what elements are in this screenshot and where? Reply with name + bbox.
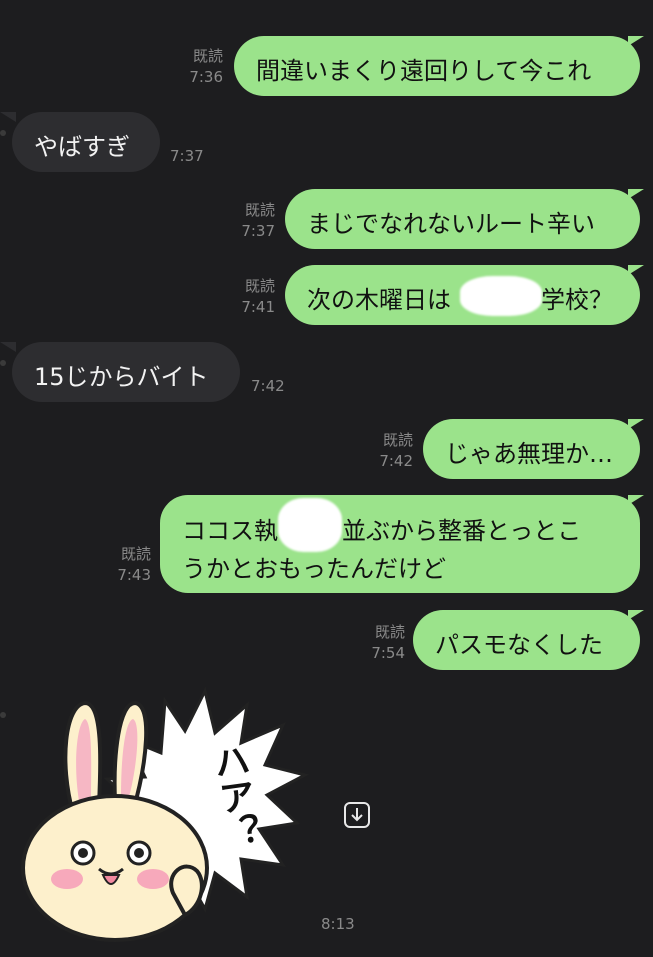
avatar-edge [0,712,6,718]
read-label: 既読 [374,623,405,641]
redaction-blur [460,276,542,316]
read-receipt: 既読 7:41 [215,276,275,318]
arrow-down-icon [351,808,363,822]
avatar-edge [0,130,6,136]
read-label: 既読 [120,545,151,563]
redaction-blur [278,498,342,552]
message-time: 7:36 [189,68,223,86]
message-text: ココス執 [182,517,278,545]
message-bubble-incoming[interactable]: 15じからバイト [12,342,240,402]
read-label: 既読 [192,47,223,65]
bubble-tail [628,419,644,429]
message-time: 7:42 [251,377,285,395]
rabbit-sticker-image [21,686,310,942]
message-time: 7:37 [241,222,275,240]
bubble-tail [628,610,644,620]
message-bubble-outgoing[interactable]: ココス執 並ぶから整番とっとこ うかとおもったんだけど [160,495,640,593]
avatar-edge [0,360,6,366]
read-label: 既読 [244,277,275,295]
bubble-tail [628,495,644,505]
message-time: 7:41 [241,298,275,316]
message-bubble-outgoing[interactable]: パスモなくした [413,610,640,670]
message-text: 間違いまくり遠回りして今これ [256,57,592,85]
message-text: 並ぶから整番とっとこ [342,517,582,545]
read-label: 既読 [382,431,413,449]
message-bubble-outgoing[interactable]: じゃあ無理か… [423,419,640,479]
message-text: まじでなれないルート辛い [307,210,595,238]
bubble-tail [628,36,644,46]
bubble-tail [628,265,644,275]
message-bubble-outgoing[interactable]: まじでなれないルート辛い [285,189,640,249]
bubble-tail [0,112,16,122]
rabbit-sticker[interactable]: ハア？ [15,683,315,948]
message-text: やばすぎ [34,133,130,161]
message-bubble-incoming[interactable]: やばすぎ [12,112,160,172]
read-receipt: 既読 7:54 [345,622,405,664]
bubble-tail [0,342,16,352]
read-receipt: 既読 7:43 [91,544,151,586]
scroll-to-bottom-button[interactable] [344,802,370,828]
message-text: 15じからバイト [34,363,209,391]
message-time: 8:13 [321,915,355,933]
message-time: 7:37 [170,147,204,165]
bubble-tail [628,189,644,199]
message-text: じゃあ無理か… [445,440,613,468]
read-receipt: 既読 7:37 [215,200,275,242]
message-text: 次の木曜日は [307,286,451,314]
message-bubble-outgoing[interactable]: 間違いまくり遠回りして今これ [234,36,640,96]
message-text: うかとおもったんだけど [182,555,446,583]
message-text: パスモなくした [435,631,603,659]
read-receipt: 既読 7:36 [163,46,223,88]
message-time: 7:43 [117,566,151,584]
read-receipt: 既読 7:42 [353,430,413,472]
message-time: 7:54 [371,644,405,662]
message-text: 学校？ [541,286,613,314]
read-label: 既読 [244,201,275,219]
message-time: 7:42 [379,452,413,470]
